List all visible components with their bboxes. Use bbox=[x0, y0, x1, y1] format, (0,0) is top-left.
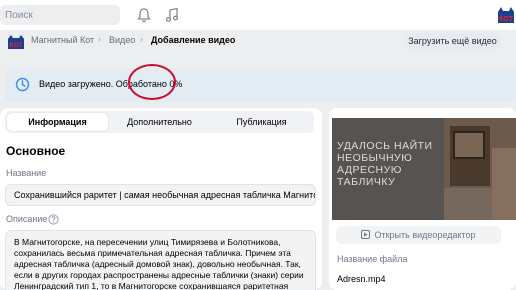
tab-additional[interactable]: Дополнительно bbox=[109, 113, 210, 131]
name-field-label: Название bbox=[6, 168, 47, 178]
thumbnail-caption: Удалось найти необычную адресную табличк… bbox=[337, 140, 433, 188]
tab-bar: Информация Дополнительно Публикация bbox=[5, 111, 314, 133]
editor-icon bbox=[361, 230, 371, 239]
community-logo-icon[interactable]: КОТ bbox=[496, 6, 516, 26]
top-bar: КОТ bbox=[0, 0, 516, 30]
clock-icon bbox=[15, 77, 30, 92]
upload-more-button[interactable]: Загрузить ещё видео bbox=[404, 33, 501, 49]
breadcrumb-separator: › bbox=[140, 34, 143, 44]
status-progress-text: Обработано 0% bbox=[115, 79, 183, 89]
search-box[interactable] bbox=[0, 5, 120, 26]
breadcrumb-separator: › bbox=[98, 34, 101, 44]
video-description-field[interactable]: В Магнитогорске, на пересечении улиц Тим… bbox=[5, 230, 316, 290]
tab-publication[interactable]: Публикация bbox=[211, 113, 312, 131]
bell-icon[interactable] bbox=[137, 7, 151, 23]
search-input[interactable] bbox=[0, 5, 120, 26]
upload-status-card: Видео загружено. Обработано 0% bbox=[5, 68, 516, 102]
video-name-field[interactable]: Сохранившийся раритет | самая необычная … bbox=[5, 184, 316, 206]
video-thumbnail[interactable]: Удалось найти необычную адресную табличк… bbox=[332, 118, 516, 220]
open-video-editor-label: Открыть видеоредактор bbox=[374, 230, 476, 240]
svg-text:КОТ: КОТ bbox=[499, 16, 514, 23]
breadcrumb-community-link[interactable]: Магнитный Кот bbox=[31, 35, 94, 45]
section-title: Основное bbox=[6, 144, 66, 158]
file-name: Adresn.mp4 bbox=[337, 274, 386, 284]
video-preview-panel: Удалось найти необычную адресную табличк… bbox=[329, 108, 516, 290]
description-field-label: Описание bbox=[6, 214, 48, 224]
svg-text:КОТ: КОТ bbox=[10, 42, 23, 49]
music-icon[interactable] bbox=[165, 7, 179, 23]
status-text: Видео загружено. Обработано 0% bbox=[39, 79, 182, 89]
tab-information[interactable]: Информация bbox=[7, 113, 108, 131]
breadcrumb: КОТ Магнитный Кот › Видео › Добавление в… bbox=[0, 30, 516, 56]
page-title: Добавление видео bbox=[151, 35, 236, 45]
status-uploaded-text: Видео загружено. bbox=[39, 79, 114, 89]
open-video-editor-button[interactable]: Открыть видеоредактор bbox=[336, 226, 501, 244]
file-name-label: Название файла bbox=[337, 254, 408, 264]
community-avatar-icon[interactable]: КОТ bbox=[7, 34, 25, 50]
breadcrumb-videos-link[interactable]: Видео bbox=[109, 35, 135, 45]
video-info-panel: Информация Дополнительно Публикация Осно… bbox=[0, 108, 322, 290]
help-icon[interactable] bbox=[48, 214, 59, 225]
